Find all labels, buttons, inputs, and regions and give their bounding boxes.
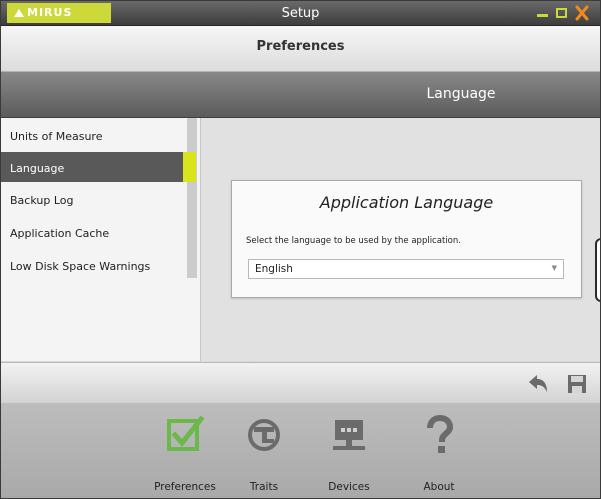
nav-preferences[interactable]: Preferences	[150, 411, 220, 495]
language-card: Application Language Select the language…	[231, 180, 582, 298]
nav-label: About	[423, 481, 455, 493]
nav-label: Traits	[249, 481, 279, 493]
sidebar-item-label: Low Disk Space Warnings	[10, 260, 151, 273]
nav-label: Devices	[328, 481, 370, 493]
card-description: Select the language to be used by the ap…	[246, 236, 461, 246]
close-button[interactable]	[573, 1, 591, 25]
setup-window: MIRUS Setup Preferences Language Units o…	[0, 0, 601, 499]
maximize-button[interactable]	[553, 1, 571, 25]
traits-icon	[248, 419, 280, 451]
sidebar-item-application-cache[interactable]: Application Cache	[1, 217, 184, 247]
action-bar	[1, 362, 600, 404]
nav-label: Preferences	[154, 481, 216, 493]
minimize-icon	[537, 14, 548, 17]
sidebar-item-units-of-measure[interactable]: Units of Measure	[1, 120, 184, 150]
undo-icon[interactable]	[527, 374, 549, 394]
page-title: Language	[426, 86, 496, 102]
minimize-button[interactable]	[534, 1, 552, 25]
sidebar-item-label: Application Cache	[10, 227, 110, 240]
section-header: Preferences	[1, 26, 600, 72]
sidebar-item-low-disk-space-warnings[interactable]: Low Disk Space Warnings	[1, 250, 184, 280]
language-select[interactable]: English ▼	[248, 259, 564, 279]
nav-traits[interactable]: Traits	[229, 411, 299, 495]
language-select-value: English	[255, 263, 293, 275]
side-panel-tab[interactable]	[595, 238, 600, 302]
sidebar-item-label: Units of Measure	[10, 130, 103, 143]
sidebar-item-backup-log[interactable]: Backup Log	[1, 184, 184, 214]
checkbox-icon	[167, 415, 205, 451]
section-title: Preferences	[256, 39, 345, 54]
close-icon	[575, 5, 589, 21]
card-title: Application Language	[319, 193, 494, 212]
devices-icon	[333, 420, 365, 450]
sidebar-scrollbar[interactable]	[187, 118, 197, 278]
sidebar: Units of Measure Language Backup Log App…	[1, 118, 201, 361]
sidebar-item-label: Backup Log	[10, 194, 74, 207]
title-bar: MIRUS Setup	[1, 1, 600, 26]
sidebar-item-label: Language	[10, 162, 65, 175]
nav-devices[interactable]: Devices	[314, 411, 384, 495]
page-header: Language	[1, 72, 600, 118]
chevron-down-icon: ▼	[551, 264, 557, 272]
window-title: Setup	[281, 6, 320, 21]
sidebar-item-language[interactable]: Language	[1, 152, 196, 182]
bottom-nav: Preferences Traits Devices About	[1, 403, 600, 498]
save-icon[interactable]	[567, 374, 587, 394]
maximize-icon	[556, 8, 567, 18]
main-panel: Application Language Select the language…	[201, 118, 600, 361]
nav-about[interactable]: About	[404, 411, 474, 495]
question-icon	[427, 415, 454, 453]
